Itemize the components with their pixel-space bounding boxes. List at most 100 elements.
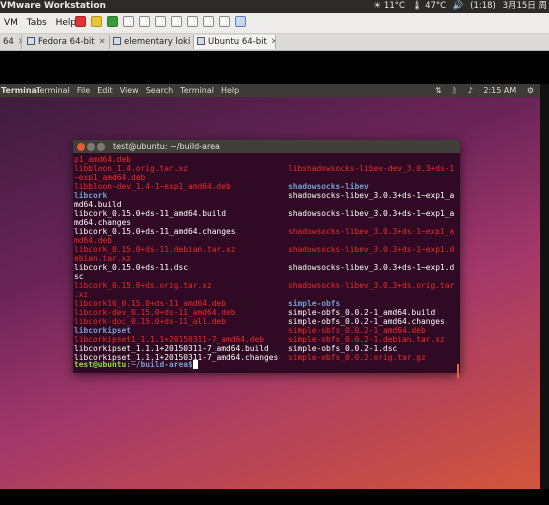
close-icon[interactable]: ✕ (271, 37, 275, 47)
terminal-line: simple-obfs_0.0.2-1_amd64.deb (288, 326, 426, 335)
terminal-line: shadowsocks-libev_3.0.3+ds-1~exp1_a (288, 227, 455, 236)
menu-help[interactable]: Help (56, 18, 77, 28)
terminal-line: libbloon-dev_1.4-1~exp1_amd64.deb (74, 182, 231, 191)
maximize-window-icon[interactable] (97, 143, 105, 151)
guest-menu-item[interactable]: Search (146, 86, 173, 95)
app-title: VMware Workstation (0, 1, 106, 11)
tab-fedora[interactable]: Fedora 64-bit ✕ (24, 35, 110, 49)
guest-clock[interactable]: 2:15 AM (483, 86, 516, 95)
tab-vm-partial[interactable]: 64 ✕ (0, 35, 22, 49)
volume-icon[interactable]: ♪ (468, 86, 473, 95)
terminal-line: libcork16_0.15.0+ds-11_amd64.deb (74, 299, 227, 308)
guest-tray: ⇅ ᛒ ♪ 2:15 AM ⚙ (427, 84, 534, 97)
guest-menu-item[interactable]: Terminal (36, 86, 70, 95)
terminal-line: simple-obfs (288, 299, 341, 308)
host-tray: ☀ 11°C 🌡 47°C 🔊 (1:18) 3月15日 周 (370, 0, 547, 13)
vm-tab-bar: 64✕ Fedora 64-bit✕ elementary loki✕ Ubun… (0, 34, 549, 51)
power-off-icon[interactable] (75, 16, 86, 27)
tab-label: 64 (3, 37, 14, 47)
terminal-line: ebian.tar.xz (74, 254, 132, 263)
battery-indicator[interactable]: (1:18) (470, 1, 496, 11)
terminal-line: libcorkipset_1.1.1+20150311-7_amd64.chan… (74, 353, 279, 362)
close-icon[interactable]: ✕ (99, 37, 106, 47)
terminal-line: md64.deb (74, 236, 113, 245)
terminal-line: libcorkipset1_1.1.1+20150311-7_amd64.deb (74, 335, 265, 344)
vm-icon (113, 37, 121, 45)
volume-icon[interactable]: 🔊 (453, 1, 464, 11)
tab-label: elementary loki (124, 37, 191, 47)
power-icon[interactable]: ⚙ (527, 86, 534, 95)
terminal-line: shadowsocks-libev_3.0.3+ds.orig.tar (288, 281, 455, 290)
network-icon[interactable]: ⇅ (435, 86, 442, 95)
scrollbar-indicator[interactable] (457, 364, 459, 378)
terminal-line: simple-obfs_0.0.2-1.debian.tar.xz (288, 335, 445, 344)
minimize-window-icon[interactable] (87, 143, 95, 151)
guest-top-panel: Terminal Terminal File Edit View Search Termi… (0, 84, 540, 97)
fullscreen-icon[interactable] (219, 16, 230, 27)
terminal-line: p1_amd64.deb (74, 155, 132, 164)
terminal-line: sc (74, 272, 84, 281)
side-panel (540, 84, 549, 489)
guest-app-title: Terminal (1, 86, 40, 95)
vmware-toolbar (75, 16, 251, 27)
close-icon[interactable]: ✕ (18, 37, 21, 47)
terminal-line: libcorkipset (74, 326, 132, 335)
pause-icon[interactable] (91, 16, 102, 27)
guest-menu-item[interactable]: Terminal (180, 86, 214, 95)
terminal-line: simple-obfs_0.0.2.orig.tar.gz (288, 353, 426, 362)
terminal-line: libcork_0.15.0+ds-11_amd64.changes (74, 227, 236, 236)
terminal-line: libcork_0.15.0+ds.orig.tar.xz (74, 281, 212, 290)
terminal-line: libcork-doc_0.15.0+ds-11_all.deb (74, 317, 227, 326)
console-view-icon[interactable] (203, 16, 214, 27)
guest-menu-item[interactable]: Help (221, 86, 239, 95)
restart-icon[interactable] (123, 16, 134, 27)
terminal-line: ~exp1_amd64.deb (74, 173, 146, 182)
terminal-line: libbloon_1.4.orig.tar.xz (74, 164, 189, 173)
play-icon[interactable] (107, 16, 118, 27)
terminal-line: simple-obfs_0.0.2-1.dsc (288, 344, 398, 353)
snapshot-icon[interactable] (139, 16, 150, 27)
terminal-output[interactable]: test@ubuntu:~/build-area$ p1_amd64.deb li… (73, 153, 460, 378)
cpu-temp-indicator[interactable]: 🌡 47°C (412, 1, 447, 11)
vmware-menubar: VM Tabs Help (0, 13, 549, 34)
menu-tabs[interactable]: Tabs (27, 18, 47, 28)
tab-label: Ubuntu 64-bit (208, 37, 267, 47)
terminal-window[interactable]: test@ubuntu: ~/build-area test@ubuntu:~/… (73, 140, 460, 378)
clock[interactable]: 3月15日 周 (503, 1, 547, 11)
unity-view-icon[interactable] (235, 16, 246, 27)
terminal-line: libcork_0.15.0+ds-11.debian.tar.xz (74, 245, 236, 254)
terminal-line: shadowsocks-libev_3.0.3+ds-1~exp1.d (288, 245, 455, 254)
tab-ubuntu[interactable]: Ubuntu 64-bit ✕ (194, 35, 276, 49)
terminal-line: shadowsocks-libev_3.0.3+ds-1~exp1_a (288, 191, 455, 200)
vm-icon (27, 37, 35, 45)
terminal-line: md64.build (74, 200, 122, 209)
terminal-line: shadowsocks-libev_3.0.3+ds-1~exp1.d (288, 263, 455, 272)
guest-menu-item[interactable]: Edit (97, 86, 113, 95)
revert-snapshot-icon[interactable] (155, 16, 166, 27)
vm-icon (197, 37, 205, 45)
terminal-line: libcork_0.15.0+ds-11.dsc (74, 263, 189, 272)
snapshot-manager-icon[interactable] (171, 16, 182, 27)
terminal-line: .xz (74, 290, 89, 299)
terminal-line: libcorkipset_1.1.1+20150311-7_amd64.buil… (74, 344, 269, 353)
guest-menus: Terminal File Edit View Search Terminal Help (36, 84, 246, 97)
sidebar-view-icon[interactable] (187, 16, 198, 27)
bluetooth-icon[interactable]: ᛒ (452, 86, 457, 95)
terminal-title: test@ubuntu: ~/build-area (113, 142, 220, 151)
weather-indicator[interactable]: ☀ 11°C (374, 1, 405, 11)
terminal-line: shadowsocks-libev (288, 182, 369, 191)
tab-label: Fedora 64-bit (38, 37, 95, 47)
guest-menu-item[interactable]: View (120, 86, 139, 95)
terminal-line: simple-obfs_0.0.2-1_amd64.changes (288, 317, 445, 326)
menu-vm[interactable]: VM (4, 18, 18, 28)
terminal-line: shadowsocks-libev_3.0.3+ds-1~exp1_a (288, 209, 455, 218)
terminal-line: simple-obfs_0.0.2-1_amd64.build (288, 308, 436, 317)
guest-menu-item[interactable]: File (77, 86, 90, 95)
terminal-line: libcork (74, 191, 108, 200)
host-top-bar: VMware Workstation ☀ 11°C 🌡 47°C 🔊 (1:18… (0, 0, 549, 13)
terminal-line: md64.changes (74, 218, 132, 227)
close-window-icon[interactable] (77, 143, 85, 151)
terminal-line: libcork_0.15.0+ds-11_amd64.build (74, 209, 227, 218)
tab-elementary[interactable]: elementary loki✕ (110, 35, 194, 49)
terminal-titlebar[interactable]: test@ubuntu: ~/build-area (73, 140, 460, 153)
